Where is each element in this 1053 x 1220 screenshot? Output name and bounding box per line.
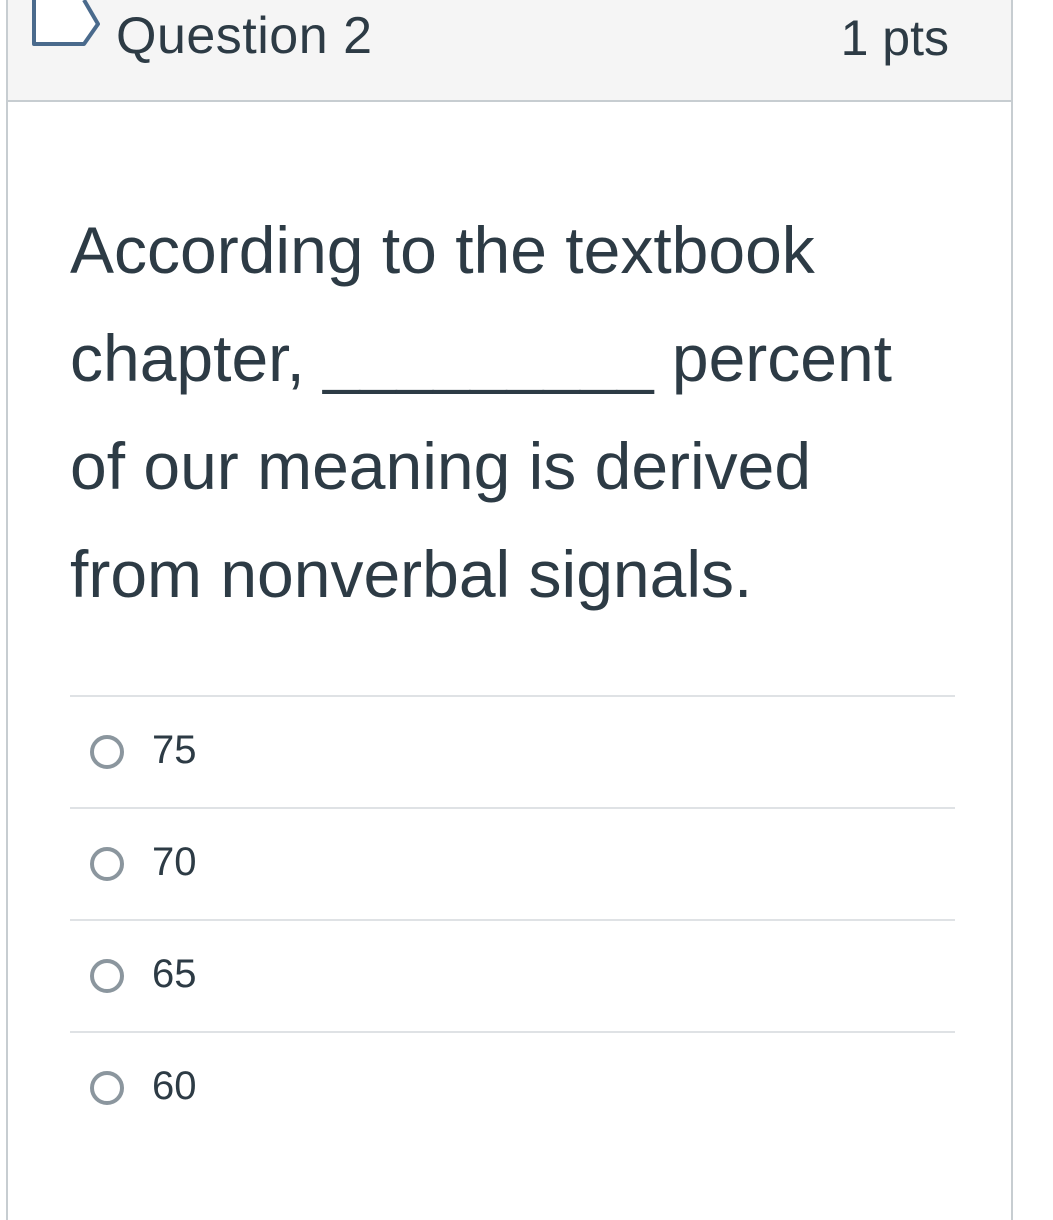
question-card: Question 2 1 pts According to the textbo… <box>6 0 1013 1220</box>
answer-option[interactable]: 65 <box>70 919 955 1031</box>
question-title: Question 2 <box>116 7 373 65</box>
radio-button[interactable] <box>90 1071 124 1105</box>
answer-label[interactable]: 65 <box>152 951 197 997</box>
answer-option[interactable]: 60 <box>70 1031 955 1143</box>
question-text: According to the textbook chapter, _____… <box>70 213 893 611</box>
radio-button[interactable] <box>90 847 124 881</box>
question-header: Question 2 1 pts <box>8 0 1011 102</box>
radio-button[interactable] <box>90 959 124 993</box>
question-points: 1 pts <box>840 10 949 66</box>
answer-list: 75 70 65 60 <box>70 695 955 1143</box>
radio-button[interactable] <box>90 735 124 769</box>
answer-option[interactable]: 70 <box>70 807 955 919</box>
flag-outline-icon[interactable] <box>30 0 100 50</box>
answer-label[interactable]: 60 <box>152 1063 197 1109</box>
answer-label[interactable]: 75 <box>152 727 197 773</box>
answer-option[interactable]: 75 <box>70 695 955 807</box>
answer-label[interactable]: 70 <box>152 839 197 885</box>
